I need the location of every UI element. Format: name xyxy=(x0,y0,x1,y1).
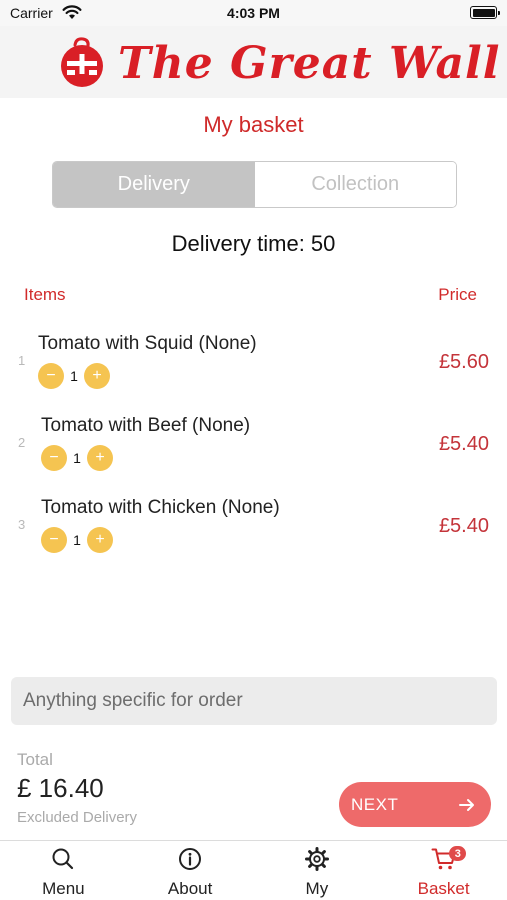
tab-label: Menu xyxy=(42,879,85,898)
page-title: My basket xyxy=(203,112,304,137)
search-icon xyxy=(52,848,74,870)
order-note-input[interactable] xyxy=(11,677,497,725)
info-icon xyxy=(179,848,202,870)
quantity-stepper: − 1 + xyxy=(38,363,110,389)
item-price: £5.40 xyxy=(438,515,489,537)
arrow-right-icon xyxy=(459,798,474,811)
item-name: Tomato with Squid (None) xyxy=(38,333,257,354)
item-name: Tomato with Beef (None) xyxy=(41,415,251,436)
segment-delivery[interactable]: Delivery xyxy=(53,162,255,207)
tab-menu[interactable]: Menu xyxy=(0,841,127,900)
decrease-quantity-button[interactable]: − xyxy=(41,527,67,553)
total-label: Total xyxy=(17,750,53,769)
total-amount: £ 16.40 xyxy=(17,773,104,803)
basket-item-row: 3 Tomato with Chicken (None) − 1 + £5.40 xyxy=(0,491,507,571)
delivery-time-label: Delivery time: 50 xyxy=(171,231,336,256)
tab-about[interactable]: About xyxy=(127,841,254,900)
order-mode-toggle: Delivery Collection xyxy=(52,161,457,208)
items-column-header: Items xyxy=(24,285,66,304)
basket-item-row: 2 Tomato with Beef (None) − 1 + £5.40 xyxy=(0,409,507,489)
gear-icon xyxy=(304,847,329,871)
segment-collection[interactable]: Collection xyxy=(254,162,456,207)
increase-quantity-button[interactable]: + xyxy=(84,363,110,389)
next-button-label: NEXT xyxy=(351,794,399,814)
tab-basket[interactable]: 3 Basket xyxy=(380,841,507,900)
decrease-quantity-button[interactable]: − xyxy=(41,445,67,471)
increase-quantity-button[interactable]: + xyxy=(87,445,113,471)
excluded-delivery-note: Excluded Delivery xyxy=(17,809,138,826)
app-header: The Great Wall xyxy=(0,26,507,98)
item-quantity: 1 xyxy=(73,532,81,548)
item-quantity: 1 xyxy=(70,368,78,384)
quantity-stepper: − 1 + xyxy=(41,445,113,471)
price-column-header: Price xyxy=(438,285,477,304)
basket-item-row: 1 Tomato with Squid (None) − 1 + £5.60 xyxy=(0,327,507,407)
great-wall-logo-icon xyxy=(61,37,103,87)
tab-label: My xyxy=(305,879,329,898)
battery-icon xyxy=(470,6,500,19)
next-button[interactable]: NEXT xyxy=(339,782,491,827)
item-name: Tomato with Chicken (None) xyxy=(41,497,280,518)
basket-count-badge: 3 xyxy=(449,846,467,861)
item-quantity: 1 xyxy=(73,450,81,466)
quantity-stepper: − 1 + xyxy=(41,527,113,553)
tab-label: Basket xyxy=(417,879,470,898)
bottom-tab-bar: Menu About My 3 Basket xyxy=(0,840,507,900)
brand-wordmark: The Great Wall xyxy=(118,38,501,89)
tab-label: About xyxy=(167,879,213,898)
item-index: 2 xyxy=(18,435,26,450)
item-price: £5.60 xyxy=(438,351,489,373)
item-price: £5.40 xyxy=(438,433,489,455)
tab-my[interactable]: My xyxy=(254,841,381,900)
item-index: 3 xyxy=(18,517,26,532)
decrease-quantity-button[interactable]: − xyxy=(38,363,64,389)
clock-time: 4:03 PM xyxy=(227,5,280,21)
increase-quantity-button[interactable]: + xyxy=(87,527,113,553)
status-bar: Carrier 4:03 PM xyxy=(0,0,507,26)
item-index: 1 xyxy=(18,353,26,368)
